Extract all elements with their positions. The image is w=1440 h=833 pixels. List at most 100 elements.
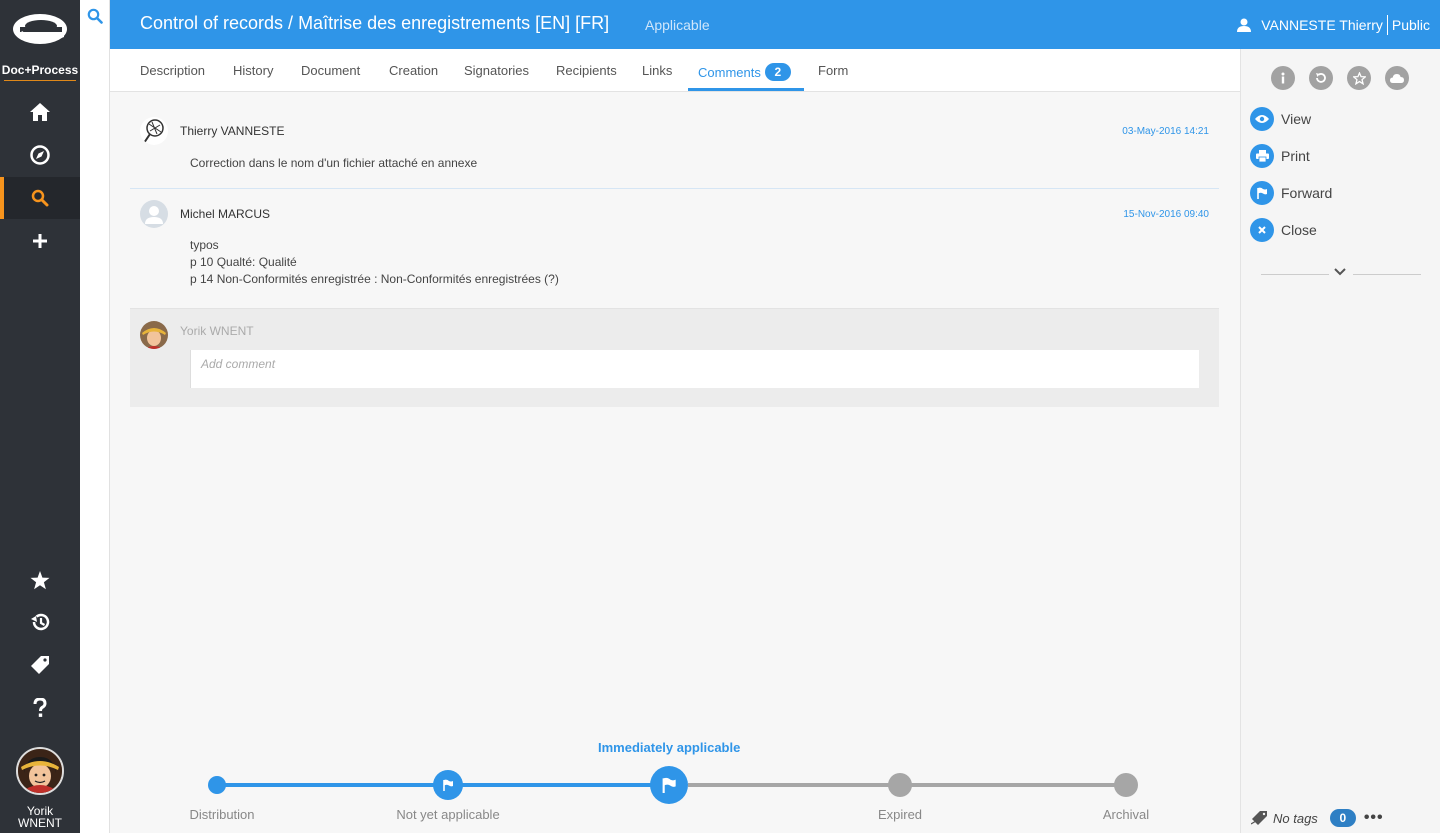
tab-comments-label: Comments xyxy=(698,65,761,80)
print-action-icon-circle xyxy=(1250,144,1274,168)
tags-count-badge: 0 xyxy=(1329,809,1356,827)
plus-icon xyxy=(33,234,47,248)
lifecycle-timeline: Immediately applicable Distribution Not … xyxy=(110,730,1240,833)
user-last-name: WNENT xyxy=(18,816,62,830)
sidebar-user[interactable]: Yorik WNENT xyxy=(0,745,80,833)
help-icon xyxy=(33,698,47,717)
current-user-avatar xyxy=(140,321,168,349)
comments-panel: Thierry VANNESTE 03-May-2016 14:21 Corre… xyxy=(110,92,1240,833)
comment-author-avatar xyxy=(140,200,168,228)
tab-creation[interactable]: Creation xyxy=(389,49,438,91)
forward-action[interactable]: Forward xyxy=(1250,180,1332,206)
lifecycle-label-archival: Archival xyxy=(1102,807,1150,822)
comment-author-avatar-image xyxy=(140,117,168,145)
cloud-button[interactable] xyxy=(1385,66,1409,90)
comment-date: 03-May-2016 14:21 xyxy=(1122,126,1209,137)
tab-signatories[interactable]: Signatories xyxy=(464,49,529,91)
lifecycle-label-not-yet-applicable: Not yet applicable xyxy=(396,807,500,822)
tab-description[interactable]: Description xyxy=(140,49,205,91)
comment-line: typos xyxy=(190,238,219,252)
tags-label: No tags xyxy=(1273,810,1318,826)
print-action-label: Print xyxy=(1281,148,1310,164)
tab-history[interactable]: History xyxy=(233,49,273,91)
page-title: Control of records / Maîtrise des enregi… xyxy=(140,13,610,33)
close-action[interactable]: Close xyxy=(1250,217,1317,243)
flag-icon xyxy=(1257,187,1267,199)
sidebar-create[interactable] xyxy=(0,220,80,262)
flag-icon xyxy=(443,779,453,791)
view-action[interactable]: View xyxy=(1250,106,1311,132)
info-icon xyxy=(1281,72,1285,84)
comment-author: Thierry VANNESTE xyxy=(180,124,285,138)
tab-form[interactable]: Form xyxy=(818,49,848,91)
user-name: Yorik WNENT xyxy=(0,805,80,829)
header-visibility: Public xyxy=(1391,17,1430,33)
search-icon xyxy=(87,8,103,24)
lifecycle-label-expired: Expired xyxy=(877,807,923,822)
default-user-icon xyxy=(145,206,163,224)
tab-links[interactable]: Links xyxy=(642,49,672,91)
tag-icon xyxy=(1251,811,1267,825)
user-icon xyxy=(1237,18,1252,32)
status-badge: Applicable xyxy=(645,17,710,33)
star-icon xyxy=(30,570,50,589)
lifecycle-step-expired[interactable] xyxy=(888,773,912,797)
eye-icon xyxy=(1255,115,1269,123)
app-logo[interactable]: Doc+Process xyxy=(0,0,80,82)
document-tabs: Description History Document Creation Si… xyxy=(110,49,1240,92)
tab-recipients[interactable]: Recipients xyxy=(556,49,617,91)
tag-icon xyxy=(31,656,49,674)
search-panel-toggle[interactable] xyxy=(80,0,110,833)
comment-author-avatar xyxy=(140,117,168,145)
sidebar-home[interactable] xyxy=(0,91,80,133)
sidebar-help[interactable] xyxy=(0,687,80,729)
lifecycle-label-distribution: Distribution xyxy=(189,807,255,822)
home-icon xyxy=(30,103,50,121)
print-icon xyxy=(1255,150,1269,162)
lifecycle-step-not-yet-applicable[interactable] xyxy=(433,770,463,800)
chevron-down-icon[interactable] xyxy=(1333,267,1347,277)
star-icon xyxy=(1352,71,1366,85)
user-avatar-image xyxy=(18,749,62,793)
header-user-menu[interactable]: VANNESTE Thierry Public xyxy=(1237,15,1430,35)
lifecycle-step-distribution[interactable] xyxy=(208,776,226,794)
panel-divider xyxy=(1261,274,1329,275)
comment-item: Michel MARCUS 15-Nov-2016 09:40 typos p … xyxy=(130,200,1219,308)
tab-document[interactable]: Document xyxy=(301,49,360,91)
cloud-icon xyxy=(1390,74,1404,83)
sidebar-history[interactable] xyxy=(0,601,80,643)
more-options-button[interactable]: ••• xyxy=(1364,809,1384,827)
close-action-label: Close xyxy=(1281,222,1317,238)
sidebar-explore[interactable] xyxy=(0,134,80,176)
new-comment-form: Yorik WNENT Add comment xyxy=(130,308,1219,407)
view-action-label: View xyxy=(1281,111,1312,127)
view-action-icon-circle xyxy=(1250,107,1274,131)
lifecycle-step-immediately-applicable[interactable] xyxy=(650,766,688,804)
sidebar-favorites[interactable] xyxy=(0,559,80,601)
sidebar-tags[interactable] xyxy=(0,644,80,686)
tags-bar[interactable]: No tags 0 ••• xyxy=(1251,807,1384,829)
comments-count-badge: 2 xyxy=(764,63,791,81)
comment-item: Thierry VANNESTE 03-May-2016 14:21 Corre… xyxy=(130,117,1219,189)
add-comment-input[interactable]: Add comment xyxy=(190,350,1199,388)
app-name: Doc+Process xyxy=(1,63,79,77)
print-action[interactable]: Print xyxy=(1250,143,1310,169)
lifecycle-step-archival[interactable] xyxy=(1114,773,1138,797)
close-icon xyxy=(1258,226,1266,234)
lifecycle-current-state: Immediately applicable xyxy=(598,740,741,755)
user-avatar xyxy=(16,747,64,795)
refresh-button[interactable] xyxy=(1309,66,1333,90)
header-user-name: VANNESTE Thierry xyxy=(1261,17,1383,33)
current-user-name: Yorik WNENT xyxy=(180,324,254,338)
tab-comments[interactable]: Comments 2 xyxy=(688,49,804,91)
info-button[interactable] xyxy=(1271,66,1295,90)
search-icon xyxy=(31,189,49,207)
comment-line: Correction dans le nom d'un fichier atta… xyxy=(190,156,478,170)
logo-underline xyxy=(4,80,76,81)
favorite-button[interactable] xyxy=(1347,66,1371,90)
current-user-avatar-image xyxy=(140,321,168,349)
sidebar-search[interactable] xyxy=(0,177,80,219)
history-icon xyxy=(30,613,49,631)
panel-divider xyxy=(1353,274,1421,275)
comment-date: 15-Nov-2016 09:40 xyxy=(1123,209,1209,220)
